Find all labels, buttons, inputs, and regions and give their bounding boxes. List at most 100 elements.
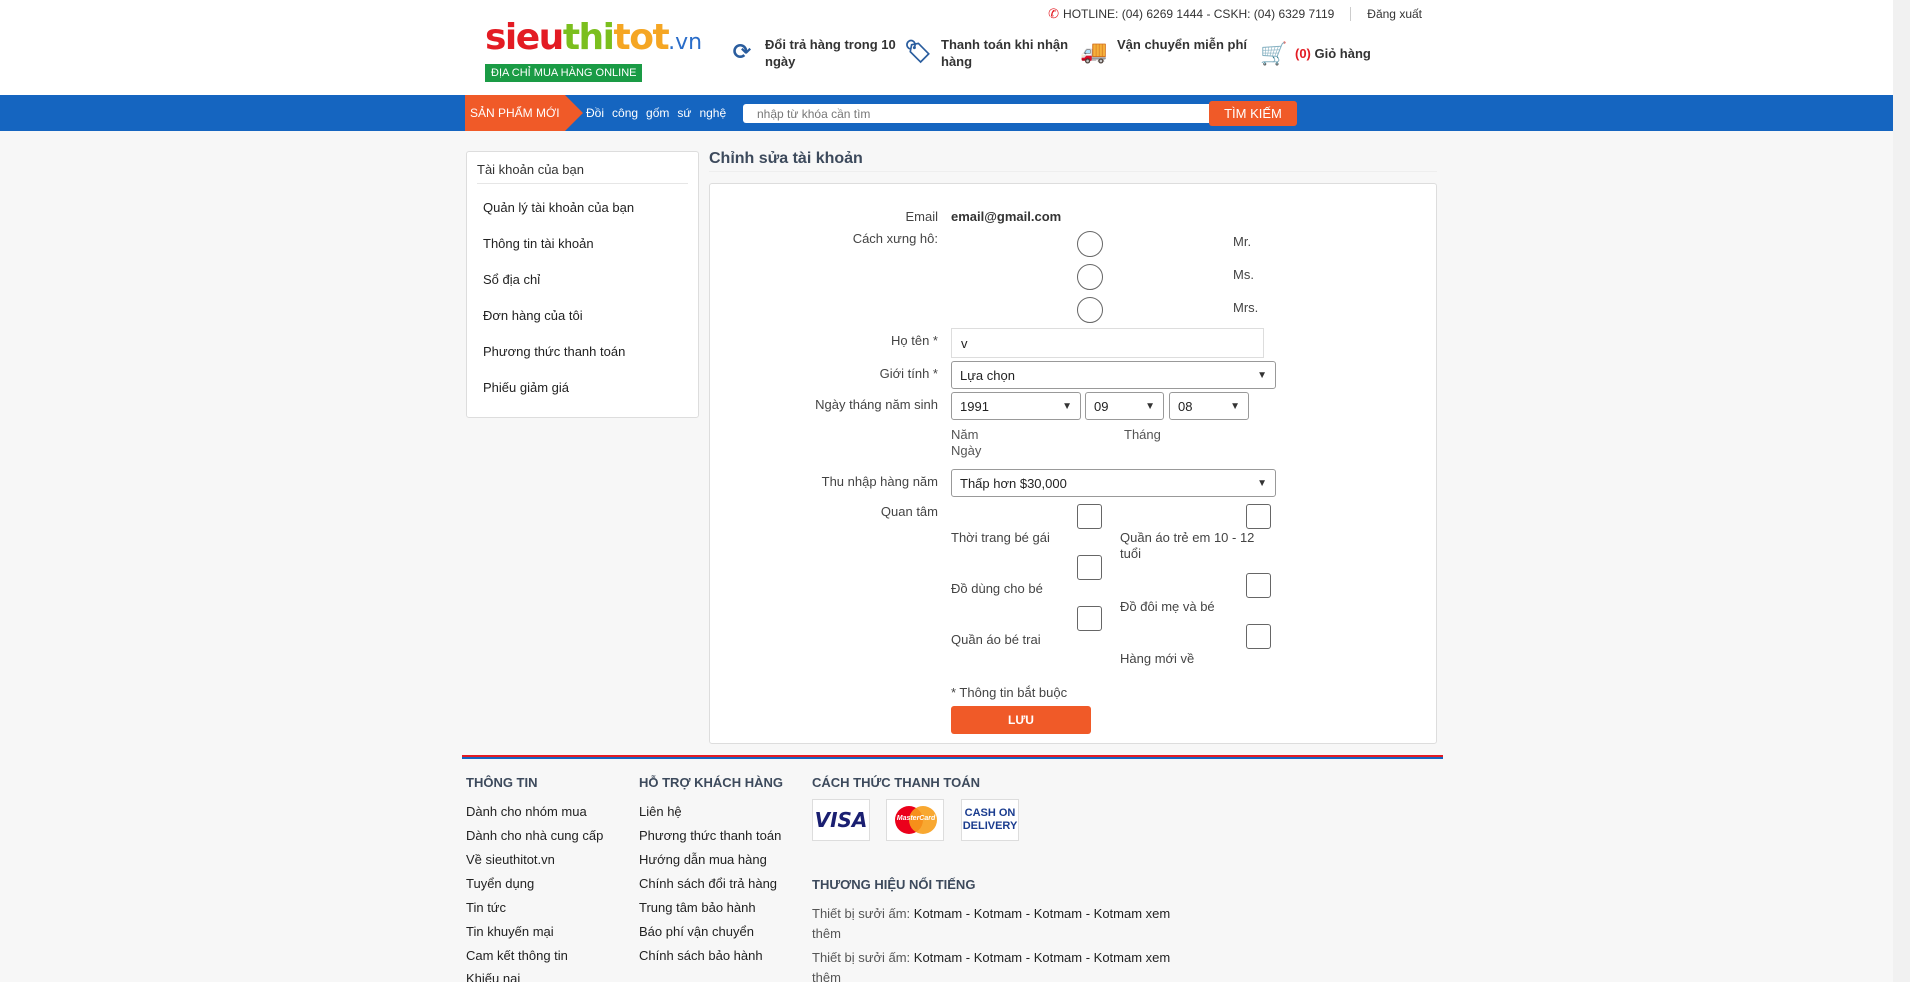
search-input[interactable] bbox=[743, 104, 1210, 123]
chevron-down-icon: ▼ bbox=[1062, 400, 1072, 412]
salutation-label: Cách xưng hô: bbox=[852, 231, 938, 246]
mastercard-logo: MasterCard bbox=[886, 799, 944, 841]
interest-label-girls-fashion: Thời trang bé gái bbox=[951, 530, 1050, 545]
chevron-down-icon: ▼ bbox=[1230, 400, 1240, 412]
nav-bar: SẢN PHẨM MỚI Đồi công gốm sứ nghệ TÌM KI… bbox=[0, 95, 1910, 131]
logout-link[interactable]: Đăng xuất bbox=[1367, 7, 1422, 21]
name-input[interactable] bbox=[951, 328, 1264, 358]
gender-select-value: Lựa chọn bbox=[960, 367, 1015, 383]
dob-day-select[interactable]: 08 ▼ bbox=[1169, 392, 1249, 420]
sidebar-title: Tài khoản của bạn bbox=[477, 162, 688, 184]
nav-link[interactable]: gốm bbox=[646, 95, 669, 131]
cart-count: (0) bbox=[1295, 45, 1311, 61]
interest-checkbox-baby-items[interactable] bbox=[1077, 555, 1102, 580]
footer-support-link[interactable]: Trung tâm bảo hành bbox=[639, 900, 756, 915]
hotline: ✆ HOTLINE: (04) 6269 1444 - CSKH: (04) 6… bbox=[1048, 6, 1334, 22]
nav-link[interactable]: nghệ bbox=[699, 95, 726, 131]
interest-checkbox-mother-baby[interactable] bbox=[1246, 573, 1271, 598]
footer-info-link[interactable]: Khiếu nại bbox=[466, 971, 520, 982]
vertical-scrollbar[interactable] bbox=[1893, 0, 1910, 982]
sidebar-item-manage-account[interactable]: Quản lý tài khoản của bạn bbox=[483, 200, 634, 215]
dob-month-select[interactable]: 09 ▼ bbox=[1085, 392, 1164, 420]
sidebar-item-orders[interactable]: Đơn hàng của tôi bbox=[483, 308, 583, 323]
refresh-icon: ⟳ bbox=[732, 38, 752, 64]
footer-divider bbox=[462, 755, 1443, 759]
save-button[interactable]: LƯU bbox=[951, 706, 1091, 734]
footer-support-link[interactable]: Hướng dẫn mua hàng bbox=[639, 852, 767, 867]
salutation-label-mrs: Mrs. bbox=[1233, 300, 1259, 315]
interest-checkbox-new-arrivals[interactable] bbox=[1246, 624, 1271, 649]
salutation-radio-ms[interactable] bbox=[1077, 264, 1103, 290]
footer-brands-title: THƯƠNG HIỆU NỔI TIẾNG bbox=[812, 877, 976, 892]
brand-row: Thiết bị sưởi ấm: Kotmam - Kotmam - Kotm… bbox=[812, 906, 1171, 941]
sidebar-item-account-info[interactable]: Thông tin tài khoản bbox=[483, 236, 594, 251]
divider bbox=[1350, 7, 1352, 21]
footer-support-link[interactable]: Báo phí vận chuyển bbox=[639, 924, 754, 939]
dob-month-value: 09 bbox=[1094, 398, 1109, 414]
footer-support-link[interactable]: Liên hệ bbox=[639, 804, 682, 819]
feature-cod: 🏷 Thanh toán khi nhận hàng bbox=[904, 37, 1069, 69]
sidebar-item-coupons[interactable]: Phiếu giảm giá bbox=[483, 380, 569, 395]
gender-select[interactable]: Lựa chọn ▼ bbox=[951, 361, 1276, 389]
required-note: * Thông tin bắt buộc bbox=[951, 685, 1068, 700]
footer-info-link[interactable]: Về sieuthitot.vn bbox=[466, 852, 555, 867]
footer-info-link[interactable]: Tin khuyến mại bbox=[466, 924, 554, 939]
nav-link[interactable]: công bbox=[612, 95, 638, 131]
edit-account-form bbox=[709, 183, 1437, 744]
email-value: email@gmail.com bbox=[951, 209, 1062, 224]
site-logo[interactable]: sieuthitot.vn ĐỊA CHỈ MUA HÀNG ONLINE bbox=[485, 18, 702, 82]
interest-label: Quan tâm bbox=[880, 504, 938, 519]
footer-info-link[interactable]: Cam kết thông tin bbox=[466, 948, 568, 963]
dob-year-caption: Năm bbox=[951, 427, 979, 442]
hotline-text: HOTLINE: (04) 6269 1444 - CSKH: (04) 632… bbox=[1063, 7, 1335, 21]
sidebar-item-payment-methods[interactable]: Phương thức thanh toán bbox=[483, 344, 625, 359]
interest-label-baby-items: Đồ dùng cho bé bbox=[951, 581, 1043, 596]
dob-year-value: 1991 bbox=[960, 398, 989, 414]
interest-checkbox-boys-clothes[interactable] bbox=[1077, 606, 1102, 631]
name-label: Họ tên * bbox=[891, 333, 938, 348]
account-sidebar: Tài khoản của bạn Quản lý tài khoản của … bbox=[466, 151, 699, 418]
search-button[interactable]: TÌM KIẾM bbox=[1209, 101, 1297, 126]
visa-logo: VISA bbox=[812, 799, 870, 841]
salutation-label-ms: Ms. bbox=[1233, 267, 1254, 282]
salutation-radio-mrs[interactable] bbox=[1077, 297, 1103, 323]
interest-label-mother-baby: Đồ đôi mẹ và bé bbox=[1120, 599, 1215, 614]
income-label: Thu nhập hàng năm bbox=[821, 474, 938, 489]
footer-info-link[interactable]: Dành cho nhóm mua bbox=[466, 804, 587, 819]
interest-checkbox-kids-clothes[interactable] bbox=[1246, 504, 1271, 529]
phone-icon: ✆ bbox=[1048, 6, 1060, 21]
footer-info-link[interactable]: Tin tức bbox=[466, 900, 506, 915]
email-label: Email bbox=[905, 209, 938, 224]
footer-info-title: THÔNG TIN bbox=[466, 775, 538, 790]
truck-icon: 🚚 bbox=[1080, 38, 1108, 64]
interest-label-new-arrivals: Hàng mới về bbox=[1120, 651, 1195, 666]
dob-day-caption: Ngày bbox=[951, 443, 982, 458]
dob-label: Ngày tháng năm sinh bbox=[815, 397, 938, 412]
nav-link[interactable]: Đồi bbox=[586, 95, 604, 131]
dob-month-caption: Tháng bbox=[1124, 427, 1161, 442]
brand-row: Thiết bị sưởi ấm: Kotmam - Kotmam - Kotm… bbox=[812, 950, 1171, 982]
footer-info-link[interactable]: Dành cho nhà cung cấp bbox=[466, 828, 603, 843]
footer-info-link[interactable]: Tuyển dụng bbox=[466, 876, 534, 891]
interest-label-boys-clothes: Quần áo bé trai bbox=[951, 632, 1041, 647]
feature-list: ⟳ Đổi trả hàng trong 10 ngày 🏷 Thanh toán… bbox=[727, 36, 1371, 70]
income-select[interactable]: Thấp hơn $30,000 ▼ bbox=[951, 469, 1276, 497]
income-select-value: Thấp hơn $30,000 bbox=[960, 475, 1067, 491]
brand-links[interactable]: Kotmam - Kotmam - Kotmam - Kotmam xem bbox=[914, 906, 1170, 921]
chevron-down-icon: ▼ bbox=[1257, 477, 1267, 489]
nav-link[interactable]: sứ bbox=[677, 95, 691, 131]
brand-links[interactable]: Kotmam - Kotmam - Kotmam - Kotmam xem bbox=[914, 950, 1170, 965]
sidebar-item-address-book[interactable]: Sổ địa chỉ bbox=[483, 272, 540, 287]
salutation-radio-mr[interactable] bbox=[1077, 231, 1103, 257]
footer-support-link[interactable]: Chính sách đổi trả hàng bbox=[639, 876, 777, 891]
footer-support-title: HỖ TRỢ KHÁCH HÀNG bbox=[639, 775, 783, 790]
footer-support-link[interactable]: Phương thức thanh toán bbox=[639, 828, 781, 843]
new-products-button[interactable]: SẢN PHẨM MỚI bbox=[465, 95, 583, 131]
dob-year-select[interactable]: 1991 ▼ bbox=[951, 392, 1081, 420]
footer-support-link[interactable]: Chính sách bảo hành bbox=[639, 948, 763, 963]
nav-links: Đồi công gốm sứ nghệ bbox=[586, 95, 726, 131]
cart-link[interactable]: 🛒 (0) Giỏ hàng bbox=[1260, 36, 1371, 70]
feature-shipping: 🚚 Vận chuyển miễn phí bbox=[1079, 36, 1261, 70]
dob-day-value: 08 bbox=[1178, 398, 1193, 414]
interest-checkbox-girls-fashion[interactable] bbox=[1077, 504, 1102, 529]
